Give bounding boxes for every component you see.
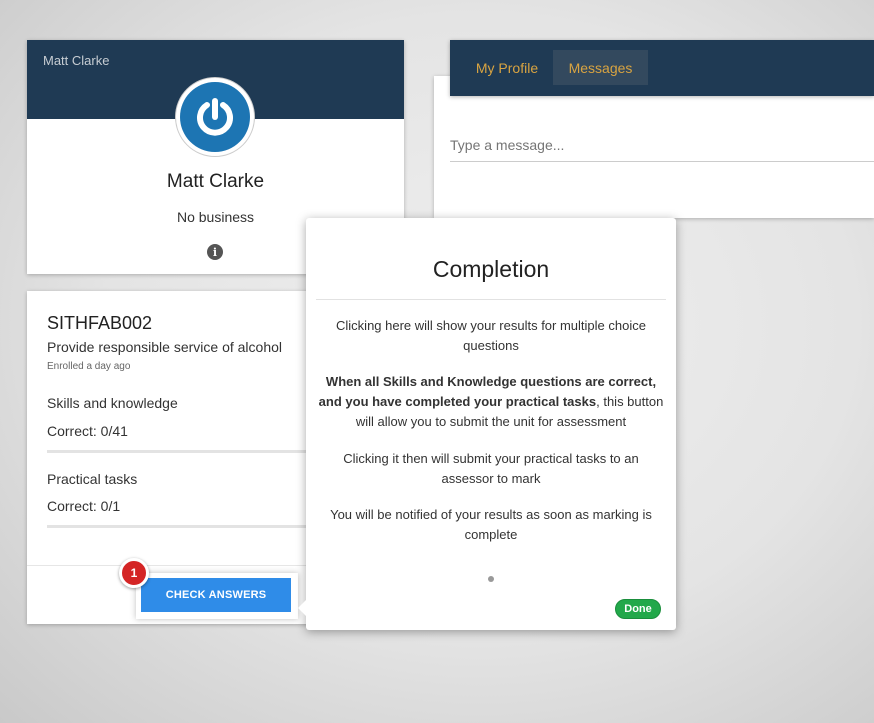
unit-title: Provide responsible service of alcohol [47, 339, 283, 355]
info-icon[interactable]: i [207, 244, 223, 260]
done-button[interactable]: Done [615, 599, 661, 619]
power-logo-icon [180, 82, 250, 152]
popup-text-1: Clicking here will show your results for… [336, 318, 646, 353]
avatar[interactable] [176, 78, 254, 156]
popup-arrow [298, 600, 306, 616]
unit-enrolled: Enrolled a day ago [47, 361, 131, 372]
popup-text-2: When all Skills and Knowledge questions … [318, 372, 664, 432]
popup-text-3: Clicking it then will submit your practi… [343, 451, 639, 486]
profile-header-name: Matt Clarke [43, 53, 110, 68]
tour-step-dot[interactable] [488, 576, 494, 582]
messages-card [434, 76, 874, 218]
highlight-frame: CHECK ANSWERS [136, 573, 298, 619]
unit-code: SITHFAB002 [47, 313, 153, 333]
practical-correct: Correct: 0/1 [47, 498, 121, 514]
check-answers-button[interactable]: CHECK ANSWERS [141, 578, 291, 612]
skills-correct: Correct: 0/41 [47, 423, 128, 439]
tab-my-profile[interactable]: My Profile [463, 50, 551, 85]
tour-popup: Completion Clicking here will show your … [298, 218, 676, 630]
profile-tabs: My Profile Messages [450, 40, 874, 96]
popup-title: Completion [432, 256, 550, 282]
popup-text-4: You will be notified of your results as … [330, 507, 652, 542]
message-input[interactable] [450, 128, 874, 162]
skills-label: Skills and knowledge [47, 395, 178, 411]
tour-step-badge: 1 [119, 558, 149, 588]
profile-name: Matt Clarke [166, 171, 265, 192]
tab-messages[interactable]: Messages [553, 50, 648, 85]
popup-divider [316, 299, 666, 300]
practical-label: Practical tasks [47, 471, 138, 487]
